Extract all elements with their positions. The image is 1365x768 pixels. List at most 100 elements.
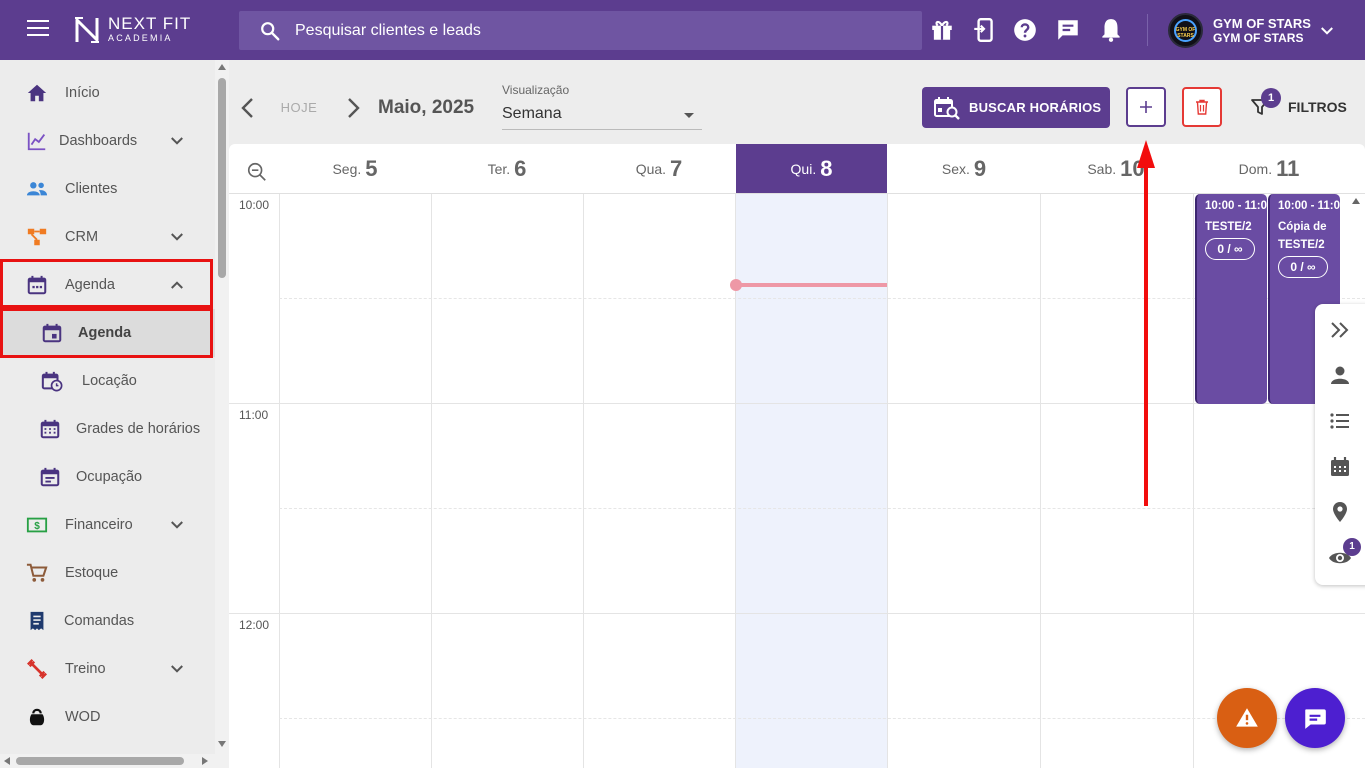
day-header-sab[interactable]: Sab. 10 (1040, 144, 1192, 193)
sidebar-item-inicio[interactable]: Início (0, 69, 215, 117)
calendar-event-icon (42, 323, 62, 343)
sidebar-item-grades-de-horarios[interactable]: Grades de horários (0, 405, 215, 453)
double-chevron-right-icon[interactable] (1328, 318, 1352, 342)
brand-text: NEXT FIT ACADEMIA (108, 15, 191, 44)
day-header-qui[interactable]: Qui. 8 (736, 144, 887, 193)
calendar-icon (27, 275, 47, 295)
scrollbar-thumb[interactable] (218, 78, 226, 278)
time-label: 10:00 (239, 198, 270, 212)
sidebar-item-estoque[interactable]: Estoque (0, 549, 215, 597)
sidebar-item-label: Clientes (65, 181, 118, 197)
scroll-up-arrow[interactable] (218, 64, 226, 70)
sidebar-item-wod[interactable]: WOD (0, 693, 215, 741)
scrollbar-thumb[interactable] (16, 757, 184, 765)
alert-button[interactable] (1217, 688, 1277, 748)
account-name-block[interactable]: GYM OF STARS GYM OF STARS (1213, 16, 1311, 46)
sidebar-item-ocupacao[interactable]: Ocupação (0, 453, 215, 501)
avatar[interactable]: GYM OF STARS (1168, 13, 1203, 48)
scroll-down-arrow[interactable] (218, 741, 226, 747)
filters-button[interactable]: 1 FILTROS (1248, 88, 1348, 124)
sidebar-horizontal-scrollbar[interactable] (0, 754, 229, 768)
day-name: Sab. (1087, 161, 1117, 177)
day-header-qua[interactable]: Qua. 7 (583, 144, 735, 193)
select-underline (502, 129, 702, 130)
list-icon[interactable] (1328, 409, 1352, 433)
day-name: Seg. (332, 161, 362, 177)
mobile-app-icon[interactable] (971, 17, 997, 43)
chevron-down-icon (171, 233, 183, 241)
view-select[interactable]: Visualização Semana (502, 83, 702, 131)
sidebar-item-clientes[interactable]: Clientes (0, 165, 215, 213)
day-number: 7 (670, 156, 683, 181)
column-divider (583, 194, 584, 768)
event-time: 10:00 - 11:00 (1205, 200, 1267, 212)
sidebar-item-crm[interactable]: CRM (0, 213, 215, 261)
day-number: 8 (820, 156, 833, 181)
sidebar-scrollbar[interactable] (215, 60, 229, 754)
bell-icon[interactable] (1098, 17, 1124, 43)
sidebar-item-dashboards[interactable]: Dashboards (0, 117, 215, 165)
search-slots-button[interactable]: BUSCAR HORÁRIOS (922, 87, 1110, 128)
event-capacity: 0 / ∞ (1205, 238, 1255, 260)
dropdown-caret-icon (684, 113, 694, 118)
today-button[interactable]: HOJE (270, 96, 328, 120)
search-bar (239, 11, 922, 50)
day-header-dom[interactable]: Dom. 11 (1193, 144, 1345, 193)
calendar-grid-icon (40, 419, 60, 439)
time-label: 12:00 (239, 618, 270, 632)
divider (1147, 14, 1148, 46)
home-icon (27, 84, 47, 102)
visibility-count-badge: 1 (1343, 538, 1361, 556)
add-button[interactable] (1126, 87, 1166, 127)
day-number: 9 (973, 156, 987, 181)
sidebar-item-agenda[interactable]: Agenda (0, 261, 215, 309)
delete-button[interactable] (1182, 87, 1222, 127)
week-calendar: Seg. 5 Ter. 6 Qua. 7 Qui. 8 Sex. 9 Sab. 10 Dom… (229, 144, 1365, 768)
sidebar-item-label: CRM (65, 229, 99, 245)
day-name: Qui. (790, 161, 817, 177)
chevron-down-icon[interactable] (1318, 22, 1336, 40)
sidebar-item-locacao[interactable]: Locação (0, 357, 215, 405)
chevron-down-icon (171, 521, 183, 529)
sidebar-item-comandas[interactable]: Comandas (0, 597, 215, 645)
hour-line (229, 613, 1365, 614)
sidebar-item-label: Treino (65, 661, 106, 677)
menu-icon[interactable] (27, 20, 49, 40)
chat-support-button[interactable] (1285, 688, 1345, 748)
current-time-line (736, 283, 887, 287)
filters-count-badge: 1 (1261, 88, 1281, 108)
gift-icon[interactable] (929, 17, 955, 43)
help-icon[interactable] (1012, 17, 1038, 43)
scroll-right-arrow[interactable] (202, 757, 208, 765)
day-number: 11 (1276, 156, 1300, 181)
view-select-value: Semana (502, 105, 562, 122)
chat-icon[interactable] (1055, 17, 1081, 43)
next-week-button[interactable] (343, 96, 363, 120)
chart-line-icon (27, 132, 46, 151)
sidebar-item-financeiro[interactable]: $ Financeiro (0, 501, 215, 549)
zoom-out-icon[interactable] (246, 161, 268, 183)
crm-icon (27, 228, 47, 246)
sidebar-item-label: WOD (65, 709, 101, 725)
sidebar-item-agenda-sub[interactable]: Agenda (0, 309, 215, 357)
day-header-sex[interactable]: Sex. 9 (888, 144, 1040, 193)
day-number: 10 (1120, 156, 1145, 181)
person-icon[interactable] (1328, 363, 1352, 387)
chat-bubble-icon (1305, 709, 1326, 729)
event-card[interactable]: 10:00 - 11:00 TESTE/2 0 / ∞ (1195, 194, 1267, 404)
sidebar-item-label: Ocupação (76, 469, 143, 485)
search-icon (261, 22, 280, 41)
trash-icon (1196, 99, 1208, 115)
calendar-grid-icon[interactable] (1328, 455, 1352, 479)
location-pin-icon[interactable] (1328, 500, 1352, 524)
day-header-ter[interactable]: Ter. 6 (431, 144, 583, 193)
calendar-scroll-up-arrow[interactable] (1352, 198, 1360, 204)
sidebar-item-label: Estoque (65, 565, 119, 581)
scroll-left-arrow[interactable] (4, 757, 10, 765)
svg-text:$: $ (34, 521, 40, 532)
search-input[interactable] (295, 11, 895, 50)
sidebar-item-treino[interactable]: Treino (0, 645, 215, 693)
day-header-seg[interactable]: Seg. 5 (279, 144, 431, 193)
day-number: 6 (514, 156, 527, 181)
prev-week-button[interactable] (238, 96, 258, 120)
